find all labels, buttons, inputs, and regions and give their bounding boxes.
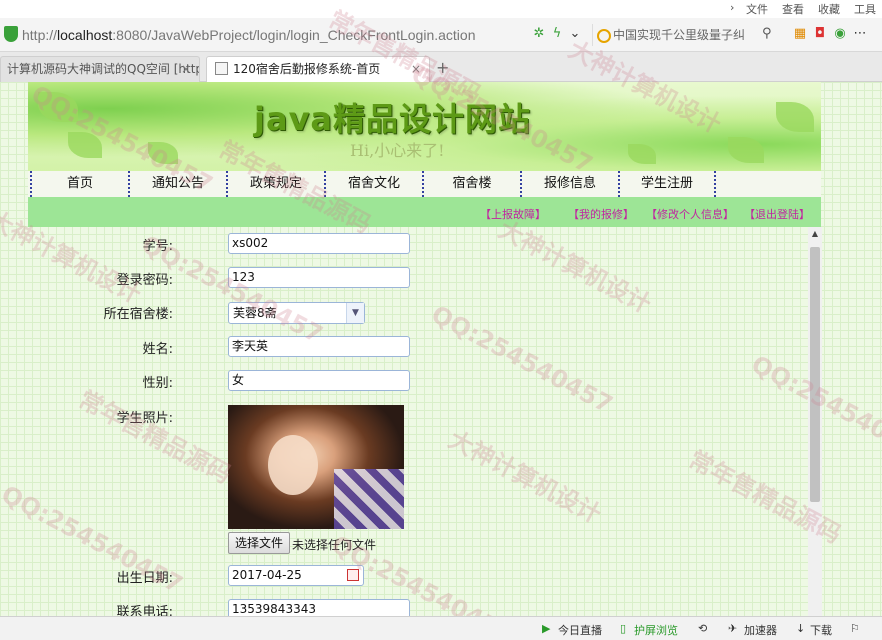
dorm-select[interactable]: 芙蓉8斋 ▼ bbox=[228, 302, 365, 324]
profile-form: 学号: xs002 登录密码: 123 所在宿舍楼: 芙蓉8斋 ▼ 姓名: 李天… bbox=[28, 227, 808, 616]
file-status: 未选择任何文件 bbox=[292, 538, 377, 552]
my-repairs-link[interactable]: 【我的报修】 bbox=[568, 206, 634, 222]
address-bar: http://localhost:8080/JavaWebProject/log… bbox=[0, 18, 882, 52]
security-shield-icon[interactable] bbox=[4, 26, 18, 42]
student-no-field[interactable]: xs002 bbox=[228, 233, 410, 254]
search-input[interactable]: 中国实现千公里级量子纠 bbox=[592, 24, 760, 46]
chevron-down-icon[interactable]: ⌄ bbox=[566, 26, 584, 41]
photo-face bbox=[268, 435, 318, 495]
nav-item-dorm-culture[interactable]: 宿舍文化 bbox=[324, 171, 422, 197]
rocket-icon[interactable]: ✈ bbox=[728, 622, 737, 635]
student-no-label: 学号: bbox=[142, 239, 173, 254]
search-icon[interactable]: ⚲ bbox=[762, 26, 772, 41]
close-icon[interactable]: × bbox=[181, 57, 191, 81]
dorm-label: 所在宿舍楼: bbox=[103, 307, 173, 322]
address-actions: ✲ ϟ ⌄ bbox=[530, 26, 590, 44]
dorm-select-value: 芙蓉8斋 bbox=[233, 306, 277, 320]
browser-menu-bar: › 文件 查看 收藏 工具 bbox=[0, 0, 882, 18]
calendar-icon[interactable] bbox=[347, 569, 359, 581]
live-button[interactable]: 今日直播 bbox=[558, 622, 602, 638]
nav-item-home[interactable]: 首页 bbox=[30, 171, 128, 197]
page-viewport: java精品设计网站 Hi,小心来了! 首页 通知公告 政策规定 宿舍文化 宿舍… bbox=[0, 82, 882, 616]
menu-view[interactable]: 查看 bbox=[782, 1, 804, 17]
site-banner: java精品设计网站 Hi,小心来了! bbox=[28, 82, 821, 171]
leaf-decoration bbox=[728, 137, 764, 163]
leaf-decoration bbox=[776, 102, 814, 132]
leaf-decoration bbox=[148, 142, 178, 164]
nav-item-policies[interactable]: 政策规定 bbox=[226, 171, 324, 197]
edit-profile-link[interactable]: 【修改个人信息】 bbox=[646, 206, 734, 222]
vertical-scrollbar[interactable]: ▲ bbox=[808, 227, 822, 616]
new-tab-button[interactable]: + bbox=[436, 58, 449, 77]
guard-browse-button[interactable]: 护屏浏览 bbox=[634, 622, 678, 638]
birth-date-label: 出生日期: bbox=[116, 571, 173, 586]
site-title: java精品设计网站 bbox=[254, 100, 532, 138]
report-fault-link[interactable]: 【上报故障】 bbox=[480, 206, 546, 222]
tab-bar: 计算机源码大神调试的QQ空间 [http: × 120宿舍后勤报修系统-首页 ×… bbox=[0, 52, 882, 82]
accelerator-button[interactable]: 加速器 bbox=[744, 622, 777, 638]
tab-qq-space[interactable]: 计算机源码大神调试的QQ空间 [http: × bbox=[0, 56, 200, 82]
menu-tools[interactable]: 工具 bbox=[854, 1, 876, 17]
gender-label: 性别: bbox=[142, 376, 173, 391]
url-input[interactable]: http://localhost:8080/JavaWebProject/log… bbox=[22, 24, 532, 46]
name-label: 姓名: bbox=[142, 342, 173, 357]
page-favicon-icon bbox=[215, 62, 228, 75]
apps-grid-icon[interactable]: ▦ bbox=[790, 26, 810, 41]
scroll-up-icon[interactable]: ▲ bbox=[808, 227, 822, 241]
name-field[interactable]: 李天英 bbox=[228, 336, 410, 357]
toolbar-icons: ▦ ◘ ◉ ⋯ bbox=[790, 26, 870, 41]
birth-date-value: 2017-04-25 bbox=[232, 568, 302, 582]
photo-label: 学生照片: bbox=[116, 411, 173, 426]
leaf-decoration bbox=[628, 144, 656, 164]
adblock-icon[interactable]: ◘ bbox=[810, 26, 830, 41]
phone-label: 联系电话: bbox=[116, 605, 173, 616]
play-icon[interactable]: ▶ bbox=[542, 622, 550, 635]
nav-item-repair-info[interactable]: 报修信息 bbox=[520, 171, 618, 197]
site-subtitle: Hi,小心来了! bbox=[350, 141, 445, 160]
browser-status-bar: ▶ 今日直播 ▯ 护屏浏览 ⟲ ✈ 加速器 ↓ 下载 ⚐ bbox=[0, 616, 882, 640]
download-arrow-icon[interactable]: ↓ bbox=[796, 622, 805, 635]
choose-file-button[interactable]: 选择文件 bbox=[228, 532, 291, 554]
close-icon[interactable]: × bbox=[411, 57, 421, 81]
lightning-icon[interactable]: ϟ bbox=[548, 26, 566, 41]
chevron-down-icon[interactable]: ▼ bbox=[346, 303, 364, 323]
tab-label: 120宿舍后勤报修系统-首页 bbox=[233, 62, 381, 76]
phone-field[interactable]: 13539843343 bbox=[228, 599, 410, 616]
nav-item-dorm-buildings[interactable]: 宿舍楼 bbox=[422, 171, 520, 197]
logout-link[interactable]: 【退出登陆】 bbox=[744, 206, 810, 222]
tab-label: 计算机源码大神调试的QQ空间 [http: bbox=[7, 62, 200, 76]
password-field[interactable]: 123 bbox=[228, 267, 410, 288]
menu-file[interactable]: 文件 bbox=[746, 1, 768, 17]
flag-icon[interactable]: ⚐ bbox=[850, 622, 860, 635]
gender-field[interactable]: 女 bbox=[228, 370, 410, 391]
password-label: 登录密码: bbox=[116, 273, 173, 288]
menu-favorites[interactable]: 收藏 bbox=[818, 1, 840, 17]
tab-repair-system[interactable]: 120宿舍后勤报修系统-首页 × bbox=[206, 56, 430, 82]
download-button[interactable]: 下载 bbox=[810, 622, 832, 638]
more-icon[interactable]: ⋯ bbox=[850, 26, 870, 41]
menu-chevron-icon[interactable]: › bbox=[730, 1, 734, 14]
history-icon[interactable]: ⟲ bbox=[698, 622, 707, 635]
nav-item-student-register[interactable]: 学生注册 bbox=[618, 171, 716, 197]
main-nav: 首页 通知公告 政策规定 宿舍文化 宿舍楼 报修信息 学生注册 bbox=[28, 171, 821, 197]
student-photo bbox=[228, 405, 404, 529]
photo-stripes bbox=[334, 469, 404, 529]
leaf-decoration bbox=[38, 92, 78, 122]
user-actions-bar: 【上报故障】 【我的报修】 【修改个人信息】 【退出登陆】 bbox=[28, 197, 821, 227]
birth-date-field[interactable]: 2017-04-25 bbox=[228, 565, 364, 586]
security-guard-icon[interactable]: ◉ bbox=[830, 26, 850, 41]
nav-item-notices[interactable]: 通知公告 bbox=[128, 171, 226, 197]
refresh-icon[interactable]: ✲ bbox=[530, 26, 548, 41]
scroll-thumb[interactable] bbox=[810, 247, 820, 502]
phone-icon[interactable]: ▯ bbox=[620, 622, 626, 635]
leaf-decoration bbox=[68, 132, 102, 158]
